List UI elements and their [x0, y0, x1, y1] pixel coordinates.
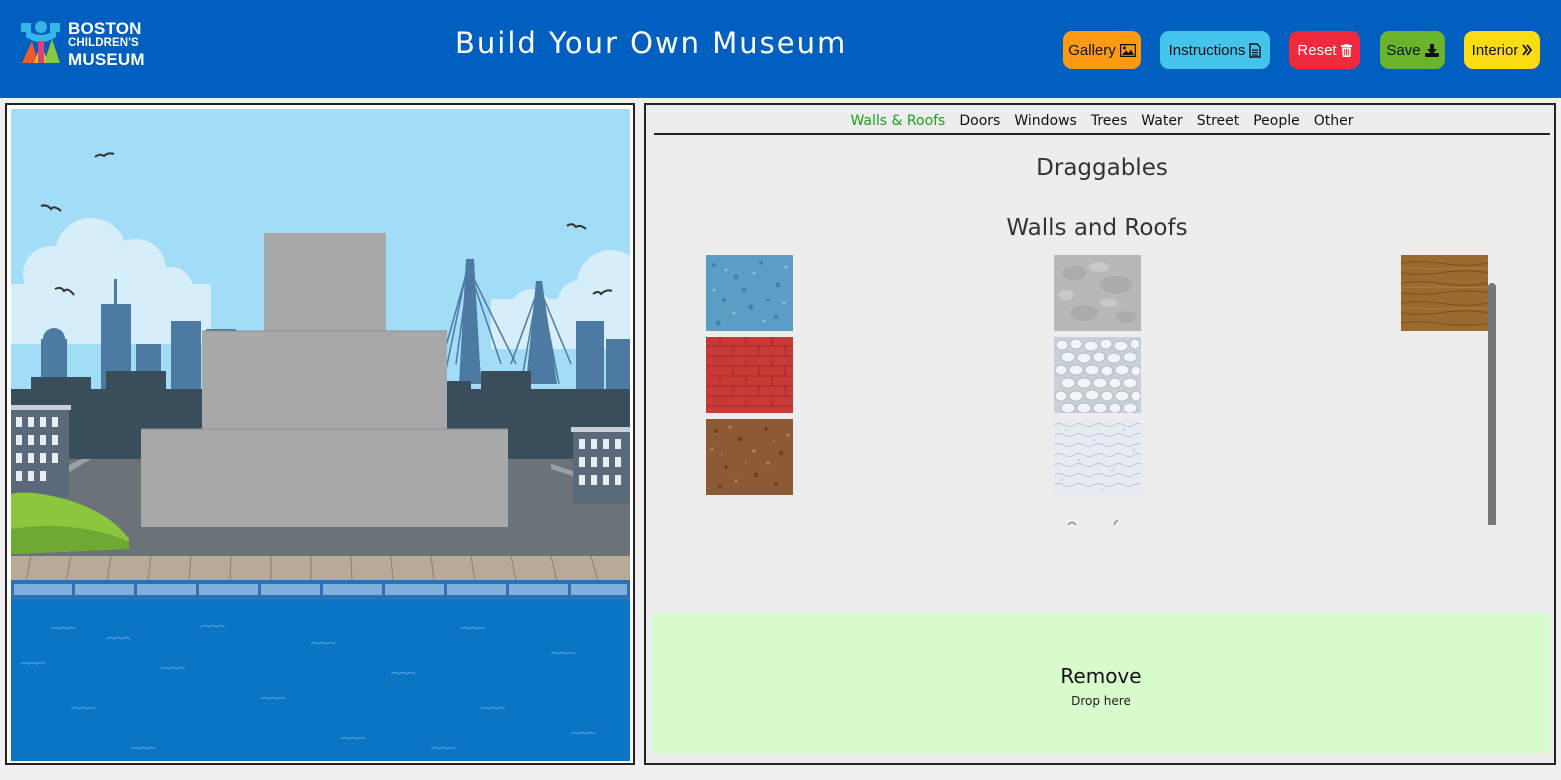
boston-childrens-museum-logo[interactable]: BOSTON CHILDREN'S MUSEUM: [20, 19, 150, 68]
tab-windows[interactable]: Windows: [1014, 109, 1077, 133]
tab-water[interactable]: Water: [1141, 109, 1182, 133]
instructions-button-label: Instructions: [1168, 41, 1246, 59]
blue-stone-texture-tile[interactable]: [706, 255, 793, 331]
red-brick-texture-tile[interactable]: [706, 337, 793, 413]
download-icon: [1424, 43, 1439, 57]
tab-walls-roofs[interactable]: Walls & Roofs: [850, 109, 945, 133]
white-mosaic-texture-tile[interactable]: [1054, 419, 1141, 495]
logo-line-3: MUSEUM: [68, 49, 145, 69]
reset-button[interactable]: Reset: [1289, 31, 1360, 69]
app-header: BOSTON CHILDREN'S MUSEUM Build Your Own …: [0, 0, 1561, 98]
trash-icon: [1340, 43, 1352, 57]
tab-people[interactable]: People: [1253, 109, 1300, 133]
draggables-scroll-area[interactable]: Walls and Roofs: [646, 195, 1558, 525]
interior-button-label: Interior: [1471, 41, 1519, 59]
harbor-scene-illustration: [11, 109, 630, 761]
logo-wordmark: BOSTON CHILDREN'S MUSEUM: [68, 20, 145, 68]
wood-plank-texture-tile[interactable]: [1401, 255, 1488, 331]
remove-zone-title: Remove: [1060, 664, 1142, 688]
tab-trees[interactable]: Trees: [1091, 109, 1127, 133]
remove-drop-zone[interactable]: Remove Drop here: [652, 613, 1550, 753]
remove-zone-subtitle: Drop here: [1071, 694, 1131, 708]
draggables-panel: Walls & Roofs Doors Windows Trees Water …: [644, 103, 1556, 765]
logo-line-2: CHILDREN'S: [68, 37, 139, 49]
brown-gravel-texture-tile[interactable]: [706, 419, 793, 495]
reset-button-label: Reset: [1297, 41, 1337, 59]
logo-line-1: BOSTON: [68, 19, 142, 38]
gray-concrete-texture-tile[interactable]: [1054, 255, 1141, 331]
tab-street[interactable]: Street: [1197, 109, 1240, 133]
gallery-button-label: Gallery: [1068, 41, 1116, 59]
tab-doors[interactable]: Doors: [959, 109, 1000, 133]
next-section-title-peek: [1067, 520, 1119, 525]
scrollbar-thumb[interactable]: [1488, 283, 1496, 525]
category-tabs: Walls & Roofs Doors Windows Trees Water …: [654, 109, 1550, 135]
museum-build-canvas[interactable]: [11, 109, 630, 761]
interior-button[interactable]: Interior: [1464, 31, 1540, 69]
save-button[interactable]: Save: [1380, 31, 1445, 69]
image-icon: [1119, 43, 1136, 57]
instructions-button[interactable]: Instructions: [1160, 31, 1270, 69]
museum-logo-icon: [21, 21, 60, 63]
page-title: Build Your Own Museum: [455, 26, 848, 60]
double-chevron-right-icon: [1522, 44, 1533, 56]
gallery-button[interactable]: Gallery: [1063, 31, 1141, 69]
document-icon: [1249, 42, 1262, 58]
draggables-heading: Draggables: [1036, 155, 1168, 181]
white-pebble-texture-tile[interactable]: [1054, 337, 1141, 413]
section-title: Walls and Roofs: [1006, 215, 1188, 241]
tab-other[interactable]: Other: [1314, 109, 1354, 133]
save-button-label: Save: [1386, 41, 1421, 59]
